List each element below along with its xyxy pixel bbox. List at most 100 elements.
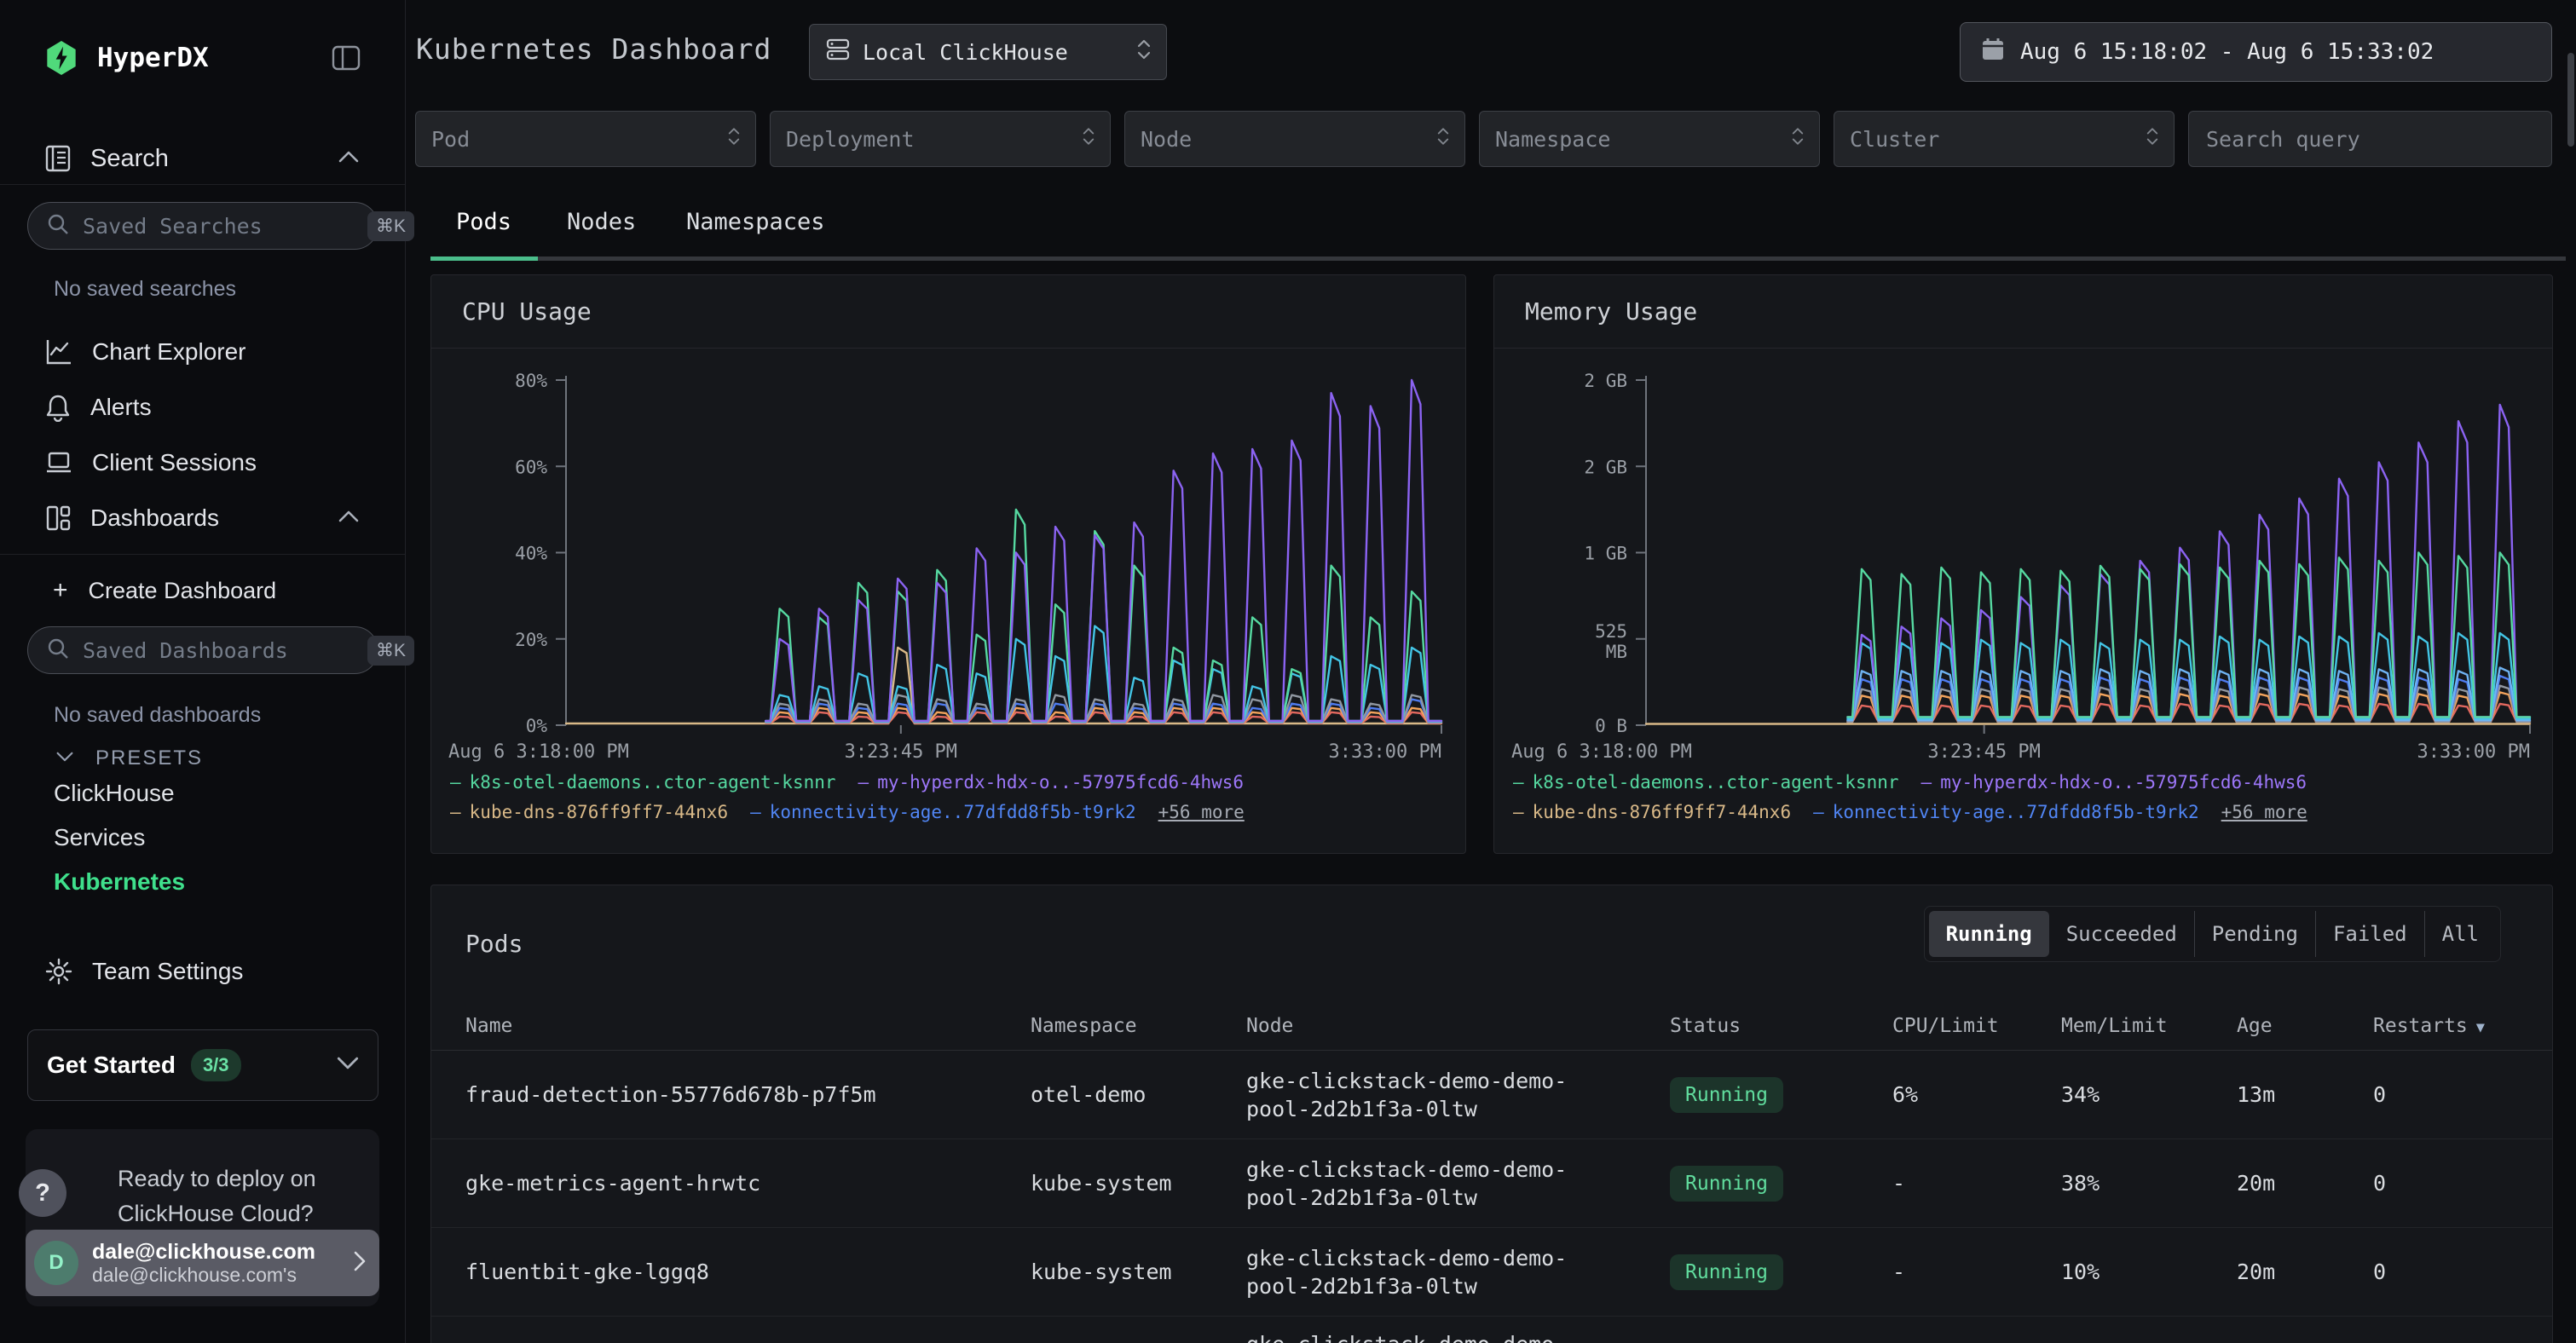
svg-text:3:23:45 PM: 3:23:45 PM — [845, 741, 957, 763]
legend-item[interactable]: —my-hyperdx-hdx-o..-57975fcd6-4hws6 — [1921, 768, 2307, 798]
legend-more-link[interactable]: +56 more — [2221, 798, 2307, 827]
team-settings-label: Team Settings — [92, 958, 243, 985]
saved-searches-field[interactable] — [81, 213, 355, 239]
status-filter-all[interactable]: All — [2425, 911, 2496, 957]
legend-item[interactable]: —kube-dns-876ff9ff7-44nx6 — [1513, 798, 1791, 827]
status-badge: Running — [1670, 1077, 1783, 1113]
sidebar-item-client-sessions[interactable]: Client Sessions — [0, 439, 405, 487]
legend-more-link[interactable]: +56 more — [1158, 798, 1245, 827]
help-button[interactable]: ? — [19, 1169, 66, 1217]
filter-cluster[interactable]: Cluster — [1834, 111, 2175, 167]
filter-node[interactable]: Node — [1124, 111, 1465, 167]
alerts-label: Alerts — [90, 394, 152, 421]
svg-text:0%: 0% — [526, 716, 548, 736]
chevron-up-icon[interactable] — [338, 151, 359, 167]
legend-item[interactable]: —konnectivity-age..77dfdd8f5b-t9rk2 — [1813, 798, 2199, 827]
search-icon — [47, 637, 69, 664]
sidebar-collapse-icon[interactable] — [332, 45, 361, 71]
memory-panel-title: Memory Usage — [1525, 297, 1697, 326]
col-node[interactable]: Node — [1246, 1015, 1670, 1037]
search-query-input[interactable] — [2204, 126, 2536, 153]
user-menu[interactable]: D dale@clickhouse.com dale@clickhouse.co… — [26, 1230, 379, 1296]
tab-nodes[interactable]: Nodes — [567, 209, 636, 235]
sidebar-item-dashboards[interactable]: Dashboards — [0, 494, 405, 542]
dashboards-grid-icon — [44, 504, 72, 533]
create-dashboard-button[interactable]: + Create Dashboard — [0, 569, 405, 612]
time-range-picker[interactable]: Aug 6 15:18:02 - Aug 6 15:33:02 — [1960, 22, 2552, 82]
memory-usage-panel: Memory Usage 0 B525MB1 GB2 GB2 GBAug 6 3… — [1493, 274, 2553, 854]
pod-cpu: - — [1892, 1171, 2061, 1196]
user-email: dale@clickhouse.com — [92, 1240, 340, 1264]
cpu-usage-chart[interactable]: 0%20%40%60%80%Aug 6 3:18:00 PM3:23:45 PM… — [431, 350, 1465, 766]
status-filter-running[interactable]: Running — [1929, 911, 2049, 957]
time-range-value: Aug 6 15:18:02 - Aug 6 15:33:02 — [2020, 39, 2434, 65]
get-started-box[interactable]: Get Started 3/3 — [27, 1029, 378, 1101]
status-filter-failed[interactable]: Failed — [2316, 911, 2425, 957]
svg-text:1 GB: 1 GB — [1584, 544, 1627, 564]
source-select[interactable]: Local ClickHouse — [809, 24, 1167, 80]
sidebar-item-team-settings[interactable]: Team Settings — [0, 948, 405, 995]
col-namespace[interactable]: Namespace — [1031, 1015, 1246, 1037]
col-status[interactable]: Status — [1670, 1015, 1892, 1037]
chart-explorer-icon — [44, 337, 73, 366]
saved-searches-input[interactable]: ⌘K — [27, 202, 378, 250]
no-saved-searches-note: No saved searches — [54, 277, 236, 302]
laptop-icon — [44, 449, 73, 476]
no-saved-dashboards-note: No saved dashboards — [54, 703, 261, 728]
table-row-partial[interactable]: gke-clickstack-demo-demo- — [431, 1317, 2552, 1343]
scrollbar-thumb[interactable] — [2567, 53, 2574, 147]
sort-desc-icon: ▼ — [2476, 1019, 2485, 1036]
col-age[interactable]: Age — [2237, 1015, 2373, 1037]
filter-namespace-label: Namespace — [1495, 127, 1792, 152]
preset-clickhouse[interactable]: ClickHouse — [54, 780, 175, 807]
create-dashboard-label: Create Dashboard — [89, 578, 277, 604]
pod-age: 13m — [2237, 1082, 2373, 1107]
tab-pods[interactable]: Pods — [456, 209, 511, 235]
col-restarts[interactable]: Restarts▼ — [2373, 1015, 2552, 1037]
pod-status: Running — [1670, 1077, 1892, 1113]
col-name[interactable]: Name — [465, 1015, 1031, 1037]
pod-restarts: 0 — [2373, 1259, 2552, 1284]
get-started-progress-badge: 3/3 — [191, 1049, 241, 1081]
shortcut-badge: ⌘K — [367, 211, 414, 241]
filter-namespace[interactable]: Namespace — [1479, 111, 1820, 167]
status-filter-pending[interactable]: Pending — [2195, 911, 2316, 957]
search-query-box[interactable] — [2188, 111, 2552, 167]
sidebar-item-chart-explorer[interactable]: Chart Explorer — [0, 328, 405, 376]
shortcut-badge: ⌘K — [367, 636, 414, 666]
chevron-down-icon — [56, 751, 73, 766]
legend-item[interactable]: —my-hyperdx-hdx-o..-57975fcd6-4hws6 — [858, 768, 1245, 798]
table-row[interactable]: fluentbit-gke-lggq8 kube-system gke-clic… — [431, 1228, 2552, 1317]
chevron-up-down-icon — [728, 126, 740, 152]
source-select-value: Local ClickHouse — [863, 40, 1125, 65]
status-badge: Running — [1670, 1254, 1783, 1290]
memory-legend: —k8s-otel-daemons..ctor-agent-ksnnr —my-… — [1513, 768, 2307, 827]
col-cpu-limit[interactable]: CPU/Limit — [1892, 1015, 2061, 1037]
chevron-up-down-icon — [2146, 126, 2158, 152]
saved-dashboards-input[interactable]: ⌘K — [27, 626, 378, 674]
filter-deployment[interactable]: Deployment — [770, 111, 1111, 167]
legend-item[interactable]: —kube-dns-876ff9ff7-44nx6 — [450, 798, 728, 827]
presets-toggle[interactable]: PRESETS — [0, 740, 405, 777]
sidebar-item-alerts[interactable]: Alerts — [0, 383, 405, 431]
col-mem-limit[interactable]: Mem/Limit — [2061, 1015, 2237, 1037]
status-filter-succeeded[interactable]: Succeeded — [2049, 911, 2195, 957]
table-row[interactable]: fraud-detection-55776d678b-p7f5m otel-de… — [431, 1051, 2552, 1139]
divider — [0, 554, 405, 555]
bell-icon — [44, 393, 72, 422]
legend-item[interactable]: —k8s-otel-daemons..ctor-agent-ksnnr — [1513, 768, 1899, 798]
memory-usage-chart[interactable]: 0 B525MB1 GB2 GB2 GBAug 6 3:18:00 PM3:23… — [1494, 350, 2552, 766]
preset-services[interactable]: Services — [54, 824, 145, 851]
sidebar-item-search[interactable]: Search — [0, 135, 405, 182]
saved-dashboards-field[interactable] — [81, 637, 355, 664]
promo-line-2: ClickHouse Cloud? — [118, 1196, 316, 1231]
chevron-up-icon[interactable] — [338, 510, 359, 527]
table-row[interactable]: gke-metrics-agent-hrwtc kube-system gke-… — [431, 1139, 2552, 1228]
cpu-panel-header: CPU Usage — [431, 275, 1465, 349]
tab-namespaces[interactable]: Namespaces — [686, 209, 825, 235]
preset-kubernetes[interactable]: Kubernetes — [54, 868, 185, 896]
filter-pod[interactable]: Pod — [415, 111, 756, 167]
page-title: Kubernetes Dashboard — [416, 32, 771, 66]
legend-item[interactable]: —k8s-otel-daemons..ctor-agent-ksnnr — [450, 768, 836, 798]
legend-item[interactable]: —konnectivity-age..77dfdd8f5b-t9rk2 — [750, 798, 1136, 827]
